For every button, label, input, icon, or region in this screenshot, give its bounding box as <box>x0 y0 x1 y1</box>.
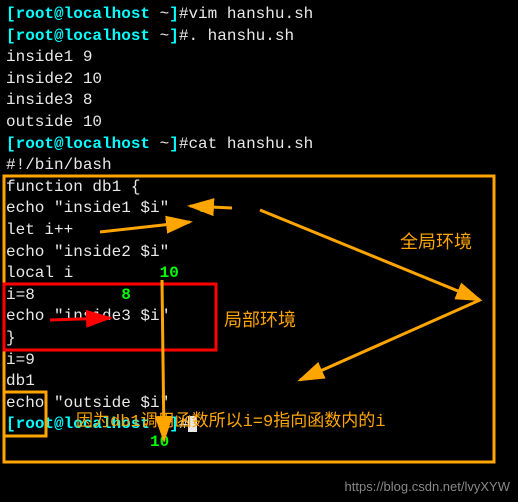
script-echo1: echo "inside1 $i" 9 <box>6 198 512 220</box>
script-func-decl: function db1 { <box>6 177 512 199</box>
prompt-line-1: [root@localhost ~]#vim hanshu.sh <box>6 4 512 26</box>
cmd-source: . hanshu.sh <box>188 27 294 45</box>
script-i9: i=9 <box>6 350 512 372</box>
output-outside: outside 10 <box>6 112 512 134</box>
prompt-line-2: [root@localhost ~]#. hanshu.sh <box>6 26 512 48</box>
annotation-10b: 10 <box>150 432 169 454</box>
output-inside1: inside1 9 <box>6 47 512 69</box>
prompt-open: [ <box>6 5 16 23</box>
script-shebang: #!/bin/bash <box>6 155 512 177</box>
cmd-vim: vim hanshu.sh <box>188 5 313 23</box>
script-db1call: db1 <box>6 371 512 393</box>
annotation-explain: 因为db1调用函数所以i=9指向函数内的i <box>76 412 385 435</box>
terminal-output: [root@localhost ~]#vim hanshu.sh [root@l… <box>6 4 512 436</box>
prompt-tilde: ~ <box>150 5 169 23</box>
annotation-9: 9 <box>198 199 208 217</box>
annotation-10a: 10 <box>160 264 179 282</box>
prompt-line-3: [root@localhost ~]#cat hanshu.sh <box>6 134 512 156</box>
output-inside3: inside3 8 <box>6 90 512 112</box>
prompt-close: ] <box>169 5 179 23</box>
annotation-global: 全局环境 <box>400 232 472 256</box>
prompt-userhost: root@localhost <box>16 5 150 23</box>
prompt-hash: # <box>179 5 189 23</box>
script-i8: i=8 8 <box>6 285 512 307</box>
cmd-cat: cat hanshu.sh <box>188 135 313 153</box>
watermark: https://blog.csdn.net/lvyXYW <box>345 478 510 496</box>
annotation-8: 8 <box>121 286 131 304</box>
annotation-local: 局部环境 <box>224 310 296 334</box>
script-local: local i 10 <box>6 263 512 285</box>
output-inside2: inside2 10 <box>6 69 512 91</box>
